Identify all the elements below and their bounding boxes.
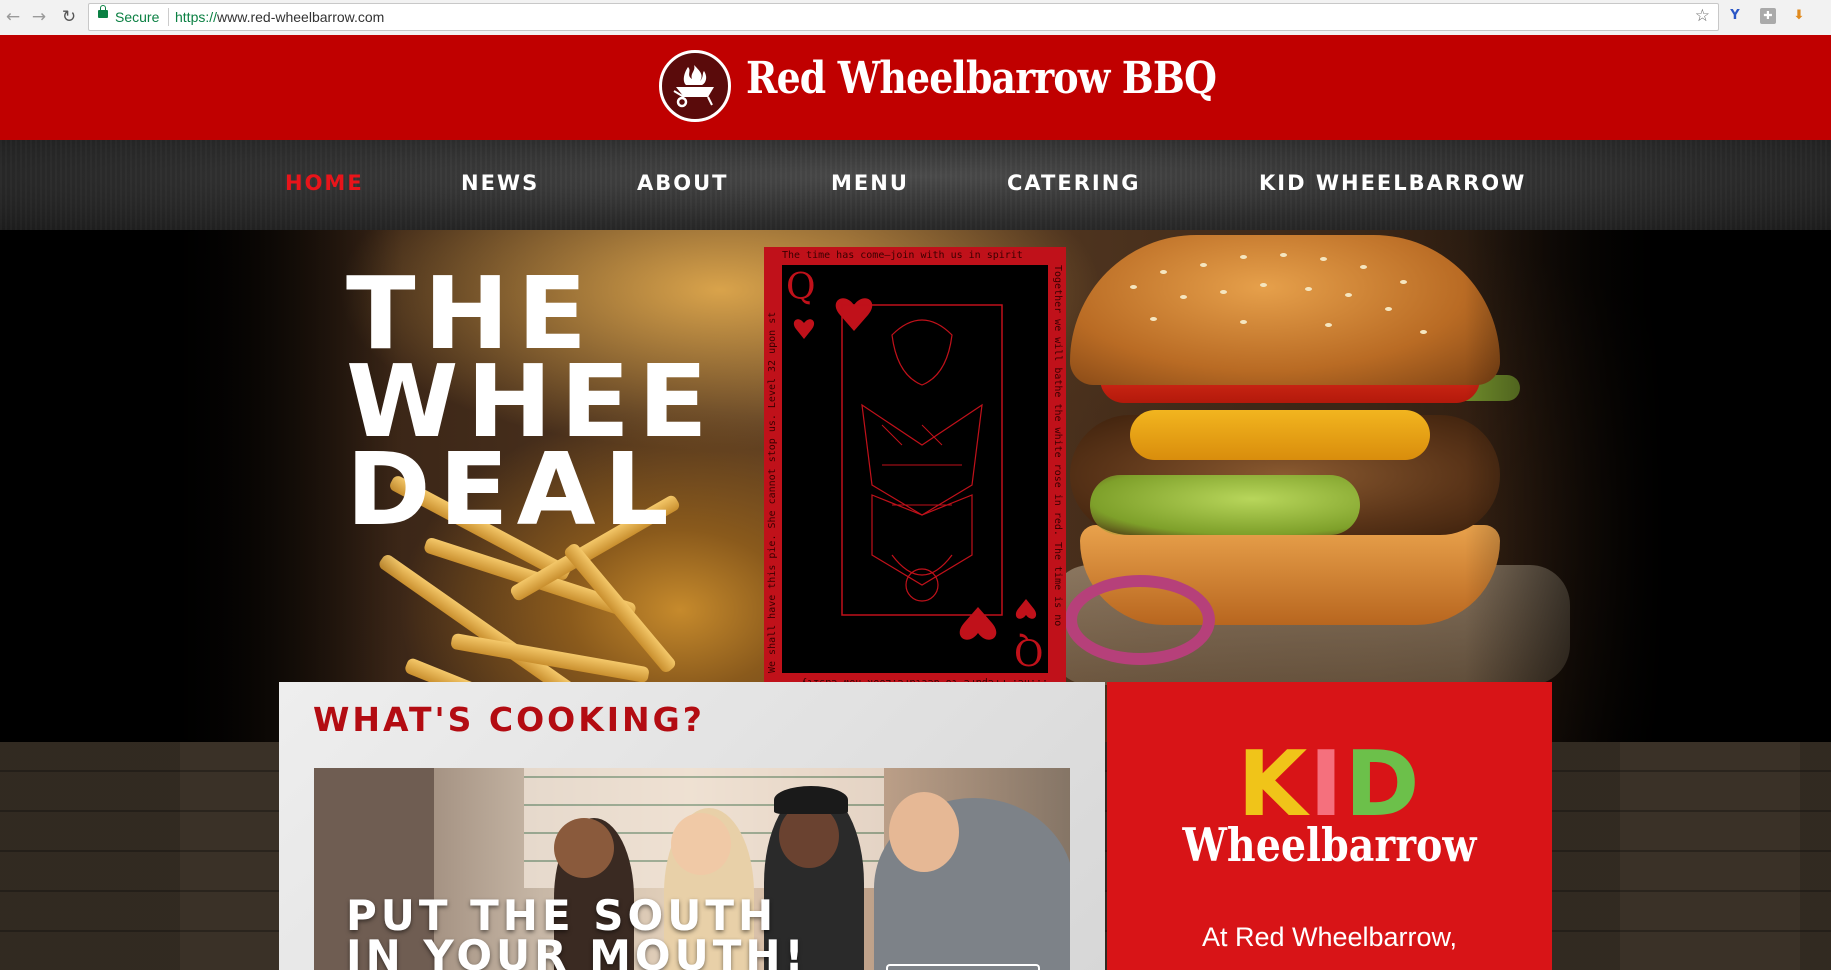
video-play-button[interactable] [886,964,1040,970]
site-header: Red Wheelbarrow BBQ [0,35,1831,140]
kid-logo-subtitle: Wheelbarrow [1182,818,1477,872]
address-bar[interactable]: Secure https://www.red-wheelbarrow.com ☆ [88,3,1719,31]
nav-kid-wheelbarrow[interactable]: KID WHEELBARROW [1259,171,1526,195]
secure-label: Secure [115,9,160,25]
kid-wheelbarrow-logo[interactable]: KID [1107,740,1552,830]
cap [774,786,848,814]
back-arrow-icon[interactable]: ← [3,7,23,27]
main-nav: HOME NEWS ABOUT MENU CATERING KID WHEELB… [0,140,1831,230]
card-face: Q Q [782,265,1048,673]
video-headline-line-1: PUT THE SOUTH [346,891,778,940]
video-headline: PUT THE SOUTH IN YOUR MOUTH! [346,891,808,970]
bookmark-star-icon[interactable]: ☆ [1695,6,1710,26]
url-host: www.red-wheelbarrow.com [217,9,385,25]
download-icon[interactable]: ⬇ [1791,8,1807,24]
queen-figure-illustration [793,298,1037,640]
promo-video-thumbnail[interactable]: PUT THE SOUTH IN YOUR MOUTH! [314,768,1070,970]
card-border-text-right: Together we will bathe the white rose in… [1052,265,1063,627]
whats-cooking-title: WHAT'S COOKING? [313,700,705,739]
headline-line-3: DEAL [346,431,677,548]
kid-wheelbarrow-intro: At Red Wheelbarrow, [1201,922,1458,952]
nav-catering[interactable]: CATERING [1007,171,1141,195]
extension-y-icon[interactable]: Y [1727,8,1743,24]
url-text[interactable]: https://www.red-wheelbarrow.com [175,9,384,25]
nav-about[interactable]: ABOUT [637,171,729,195]
card-border-text-left: We shall have this pie. She cannot stop … [767,311,778,673]
card-border-text-top: The time has come—join with us in spirit [782,250,1023,261]
kid-wheelbarrow-panel[interactable]: KID Wheelbarrow At Red Wheelbarrow, [1107,682,1552,970]
nav-home[interactable]: HOME [285,171,364,195]
extension-icon[interactable]: ✚ [1760,8,1776,24]
lock-icon [98,5,108,18]
url-scheme: https:// [175,9,218,25]
nav-news[interactable]: NEWS [461,171,539,195]
wheelbarrow-flame-logo-icon[interactable] [659,50,731,122]
video-headline-line-2: IN YOUR MOUTH! [346,931,808,970]
nav-menu[interactable]: MENU [831,171,909,195]
hero-headline: THE WHEE DEAL [346,264,716,548]
forward-arrow-icon[interactable]: → [29,7,49,27]
brand-name[interactable]: Red Wheelbarrow BBQ [746,53,1217,104]
reload-icon[interactable]: ↻ [59,7,79,27]
address-divider [168,8,169,26]
hero-banner[interactable]: THE WHEE DEAL The time has come—join wit… [0,230,1831,742]
queen-of-hearts-card: The time has come—join with us in spirit… [764,247,1066,691]
whats-cooking-panel: WHAT'S COOKING? PUT THE SOUTH IN YOUR MO… [279,682,1105,970]
browser-toolbar: ← → ↻ Secure https://www.red-wheelbarrow… [0,0,1831,36]
